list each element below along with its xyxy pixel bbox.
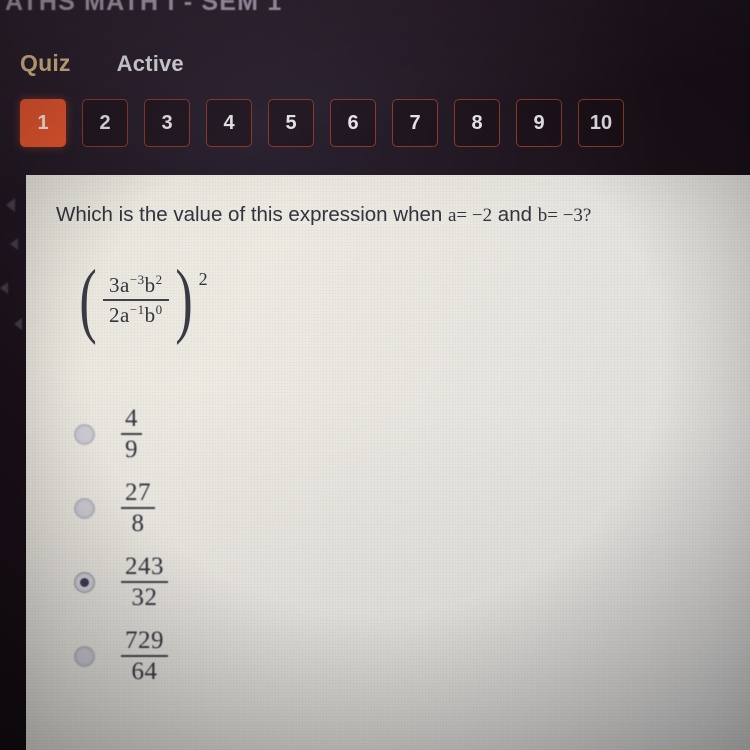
quiz-status-label: Active — [116, 51, 184, 76]
quiz-label: Quiz — [20, 50, 71, 76]
answer-options-list: 4 9 27 8 243 32 729 64 — [26, 397, 750, 693]
gutter-arrow-icon — [10, 238, 18, 250]
question-nav-button-6[interactable]: 6 — [330, 99, 376, 147]
question-nav-button-8[interactable]: 8 — [454, 99, 500, 147]
answer-numerator-1: 4 — [125, 404, 138, 432]
question-prompt: Which is the value of this expression wh… — [56, 203, 591, 227]
gutter-arrow-icon — [14, 318, 22, 330]
answer-option-3[interactable]: 243 32 — [26, 545, 750, 619]
answer-fraction-bar-4 — [121, 655, 168, 657]
question-content-panel: Which is the value of this expression wh… — [26, 175, 750, 750]
expression-close-paren: ) — [174, 253, 193, 346]
numerator-exponent-1: −3 — [129, 271, 145, 287]
question-nav-button-7[interactable]: 7 — [392, 99, 438, 147]
question-navigator[interactable]: 1 2 3 4 5 6 7 8 9 10 — [20, 99, 624, 147]
question-nav-button-4[interactable]: 4 — [206, 99, 252, 147]
answer-option-1[interactable]: 4 9 — [26, 397, 750, 471]
course-title: ATHS MATH I - SEM 1 — [5, 0, 283, 16]
value-a: −2 — [471, 205, 493, 226]
answer-value-4: 729 64 — [121, 628, 168, 685]
prompt-text: Which is the value of this expression wh… — [56, 203, 448, 226]
math-expression: ( 3a−3b2 2a−1b0 ) 2 — [74, 253, 208, 346]
question-nav-button-2[interactable]: 2 — [82, 99, 128, 147]
answer-value-3: 243 32 — [121, 554, 168, 611]
equals-b: = — [547, 205, 563, 226]
answer-numerator-3: 243 — [125, 552, 164, 580]
gutter-arrow-icon — [0, 282, 8, 294]
expression-fraction: 3a−3b2 2a−1b0 — [102, 271, 169, 329]
numerator-exponent-2: 2 — [155, 271, 163, 287]
radio-button-option-3[interactable] — [74, 571, 95, 593]
denominator-base-1: 2a — [108, 302, 130, 327]
question-nav-button-3[interactable]: 3 — [144, 99, 190, 147]
quiz-header: Quiz Active 1 2 3 4 5 6 7 8 9 10 — [0, 18, 750, 176]
numerator-base-1: 3a — [108, 272, 130, 297]
answer-denominator-4: 64 — [131, 657, 158, 685]
value-b: −3 — [562, 205, 583, 226]
answer-value-1: 4 9 — [121, 406, 142, 463]
answer-option-4[interactable]: 729 64 — [26, 619, 750, 693]
denominator-exponent-1: −1 — [129, 301, 145, 317]
expression-denominator: 2a−1b0 — [103, 301, 169, 329]
question-nav-button-5[interactable]: 5 — [268, 99, 314, 147]
denominator-exponent-2: 0 — [155, 301, 163, 317]
variable-b: b — [537, 205, 548, 226]
answer-denominator-1: 9 — [125, 435, 138, 463]
radio-button-option-2[interactable] — [74, 497, 95, 519]
answer-numerator-2: 27 — [125, 478, 151, 506]
question-nav-button-9[interactable]: 9 — [516, 99, 562, 147]
prompt-terminator: ? — [582, 205, 592, 226]
answer-numerator-4: 729 — [125, 626, 164, 654]
question-nav-button-1[interactable]: 1 — [20, 99, 66, 147]
answer-fraction-bar-3 — [121, 581, 168, 583]
answer-denominator-2: 8 — [131, 509, 145, 537]
expression-outer-exponent: 2 — [198, 269, 208, 289]
device-screen: ATHS MATH I - SEM 1 Quiz Active 1 2 3 4 … — [0, 0, 750, 750]
answer-fraction-bar-2 — [121, 507, 155, 509]
numerator-base-2: b — [144, 272, 156, 297]
gutter-arrow-icon — [6, 198, 15, 212]
answer-value-2: 27 8 — [121, 480, 155, 537]
answer-denominator-3: 32 — [131, 583, 158, 611]
expression-numerator: 3a−3b2 — [103, 271, 169, 299]
question-nav-button-10[interactable]: 10 — [578, 99, 624, 147]
radio-button-option-4[interactable] — [74, 645, 95, 667]
equals-a: = — [456, 205, 472, 226]
quiz-header-labels: Quiz Active — [20, 50, 184, 77]
prompt-conjunction: and — [492, 203, 538, 226]
denominator-base-2: b — [144, 302, 156, 327]
answer-option-2[interactable]: 27 8 — [26, 471, 750, 545]
answer-fraction-bar-1 — [121, 433, 142, 435]
radio-button-option-1[interactable] — [74, 423, 95, 445]
expression-open-paren: ( — [79, 253, 97, 346]
